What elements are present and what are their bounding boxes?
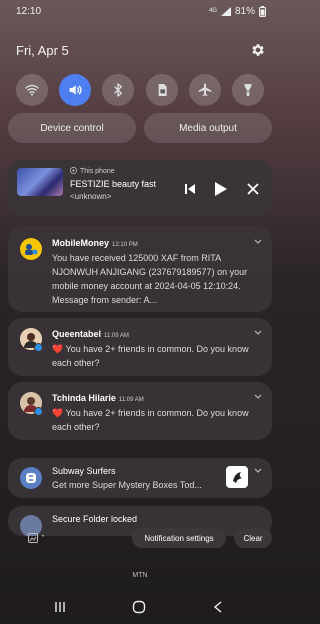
- quick-settings: [16, 74, 264, 106]
- album-art: [17, 168, 63, 196]
- gear-icon[interactable]: [250, 42, 266, 58]
- chevron-down-icon[interactable]: [254, 330, 262, 336]
- wifi-toggle[interactable]: [16, 74, 48, 106]
- date-label: Fri, Apr 5: [16, 42, 69, 58]
- app-name-text: MobileMoney: [52, 238, 110, 248]
- notification-body: ❤️ You have 2+ friends in common. Do you…: [52, 408, 249, 432]
- phone-source-icon: [70, 167, 77, 174]
- subway-thumbnail: [226, 466, 248, 488]
- notification-app-name: MobileMoney 12:10 PM: [52, 238, 138, 248]
- status-bar: 12:10 4G 81%: [0, 0, 280, 22]
- media-title: FESTIZIE beauty fast: [70, 179, 157, 189]
- media-output-button[interactable]: Media output: [144, 113, 272, 143]
- home-button[interactable]: [127, 598, 151, 616]
- close-icon[interactable]: [247, 183, 259, 195]
- quick-pills: Device control Media output: [8, 113, 272, 143]
- airplane-icon: [198, 83, 212, 96]
- mobilemoney-app-icon: [20, 238, 42, 260]
- app-name-text: Queentabel: [52, 329, 102, 339]
- sound-toggle[interactable]: [59, 74, 92, 106]
- bluetooth-icon: [114, 83, 123, 97]
- notification-app-name: Tchinda Hilarie 11:09 AM: [52, 393, 144, 403]
- network-type: 4G: [208, 8, 217, 14]
- flashlight-toggle[interactable]: [231, 74, 264, 106]
- game-icon: [26, 473, 36, 483]
- battery-level: 81%: [234, 5, 255, 17]
- media-artist: <unknown>: [70, 192, 112, 201]
- media-source-label: This phone: [80, 168, 115, 175]
- clear-button[interactable]: Clear: [234, 528, 272, 548]
- panel-header: Fri, Apr 5: [16, 42, 266, 58]
- bluetooth-toggle[interactable]: [102, 74, 135, 106]
- notification-time: 11:09 AM: [118, 397, 144, 403]
- back-button[interactable]: [206, 598, 230, 616]
- recents-button[interactable]: [48, 598, 72, 616]
- notification-body: Get more Super Mystery Boxes Tod...: [52, 480, 202, 490]
- device-control-button[interactable]: Device control: [8, 113, 136, 143]
- sound-icon: [69, 85, 82, 95]
- app-badge-icon: [34, 343, 43, 352]
- recents-icon: [55, 602, 65, 612]
- notification-body: ❤️ You have 2+ friends in common. Do you…: [52, 344, 249, 368]
- navigation-bar: [0, 598, 280, 616]
- notification-app-name: Queentabel 11:09 AM: [52, 329, 129, 339]
- subway-app-icon: [20, 467, 42, 489]
- notification-queentabel[interactable]: Queentabel 11:09 AM ❤️ You have 2+ friend…: [8, 318, 272, 376]
- back-icon: [213, 601, 222, 613]
- notification-mobilemoney[interactable]: MobileMoney 12:10 PM You have received 12…: [8, 226, 272, 312]
- airplane-toggle[interactable]: [188, 74, 221, 106]
- app-badge-icon: [34, 407, 43, 416]
- notification-settings-button[interactable]: Notification settings: [132, 528, 226, 548]
- notification-tchinda[interactable]: Tchinda Hilarie 11:09 AM ❤️ You have 2+ f…: [8, 382, 272, 440]
- media-player-card[interactable]: This phone FESTIZIE beauty fast <unknown…: [8, 160, 272, 216]
- status-icons: 4G 81%: [208, 5, 266, 17]
- sim-toggle[interactable]: [145, 74, 178, 106]
- more-dot-icon: •: [42, 534, 45, 540]
- notification-subway-surfers[interactable]: Subway Surfers Get more Super Mystery Bo…: [8, 458, 272, 498]
- wallet-icon: [25, 244, 38, 255]
- previous-track-icon[interactable]: [184, 183, 196, 195]
- sim-icon: [158, 84, 167, 96]
- media-source: This phone: [70, 167, 115, 175]
- notification-app-name: Secure Folder locked: [52, 514, 138, 524]
- wifi-icon: [25, 84, 39, 96]
- chevron-down-icon[interactable]: [254, 468, 262, 474]
- status-time: 12:10: [16, 5, 42, 17]
- home-icon: [132, 600, 146, 614]
- app-name-text: Tchinda Hilarie: [52, 393, 116, 403]
- notification-time: 12:10 PM: [112, 242, 138, 248]
- flashlight-icon: [244, 84, 252, 96]
- chevron-down-icon[interactable]: [254, 394, 262, 400]
- carrier-label: MTN: [132, 572, 148, 579]
- notification-actions: • Notification settings Clear: [0, 528, 280, 548]
- notification-app-name: Subway Surfers: [52, 466, 116, 476]
- play-icon[interactable]: [214, 181, 228, 197]
- chevron-down-icon[interactable]: [254, 239, 262, 245]
- notification-time: 11:09 AM: [104, 333, 129, 339]
- notification-body: You have received 125000 XAF from RITA N…: [52, 253, 248, 305]
- battery-icon: [259, 5, 266, 17]
- image-icon: [28, 533, 38, 543]
- signal-icon: [220, 6, 231, 16]
- game-logo-icon: [233, 472, 242, 483]
